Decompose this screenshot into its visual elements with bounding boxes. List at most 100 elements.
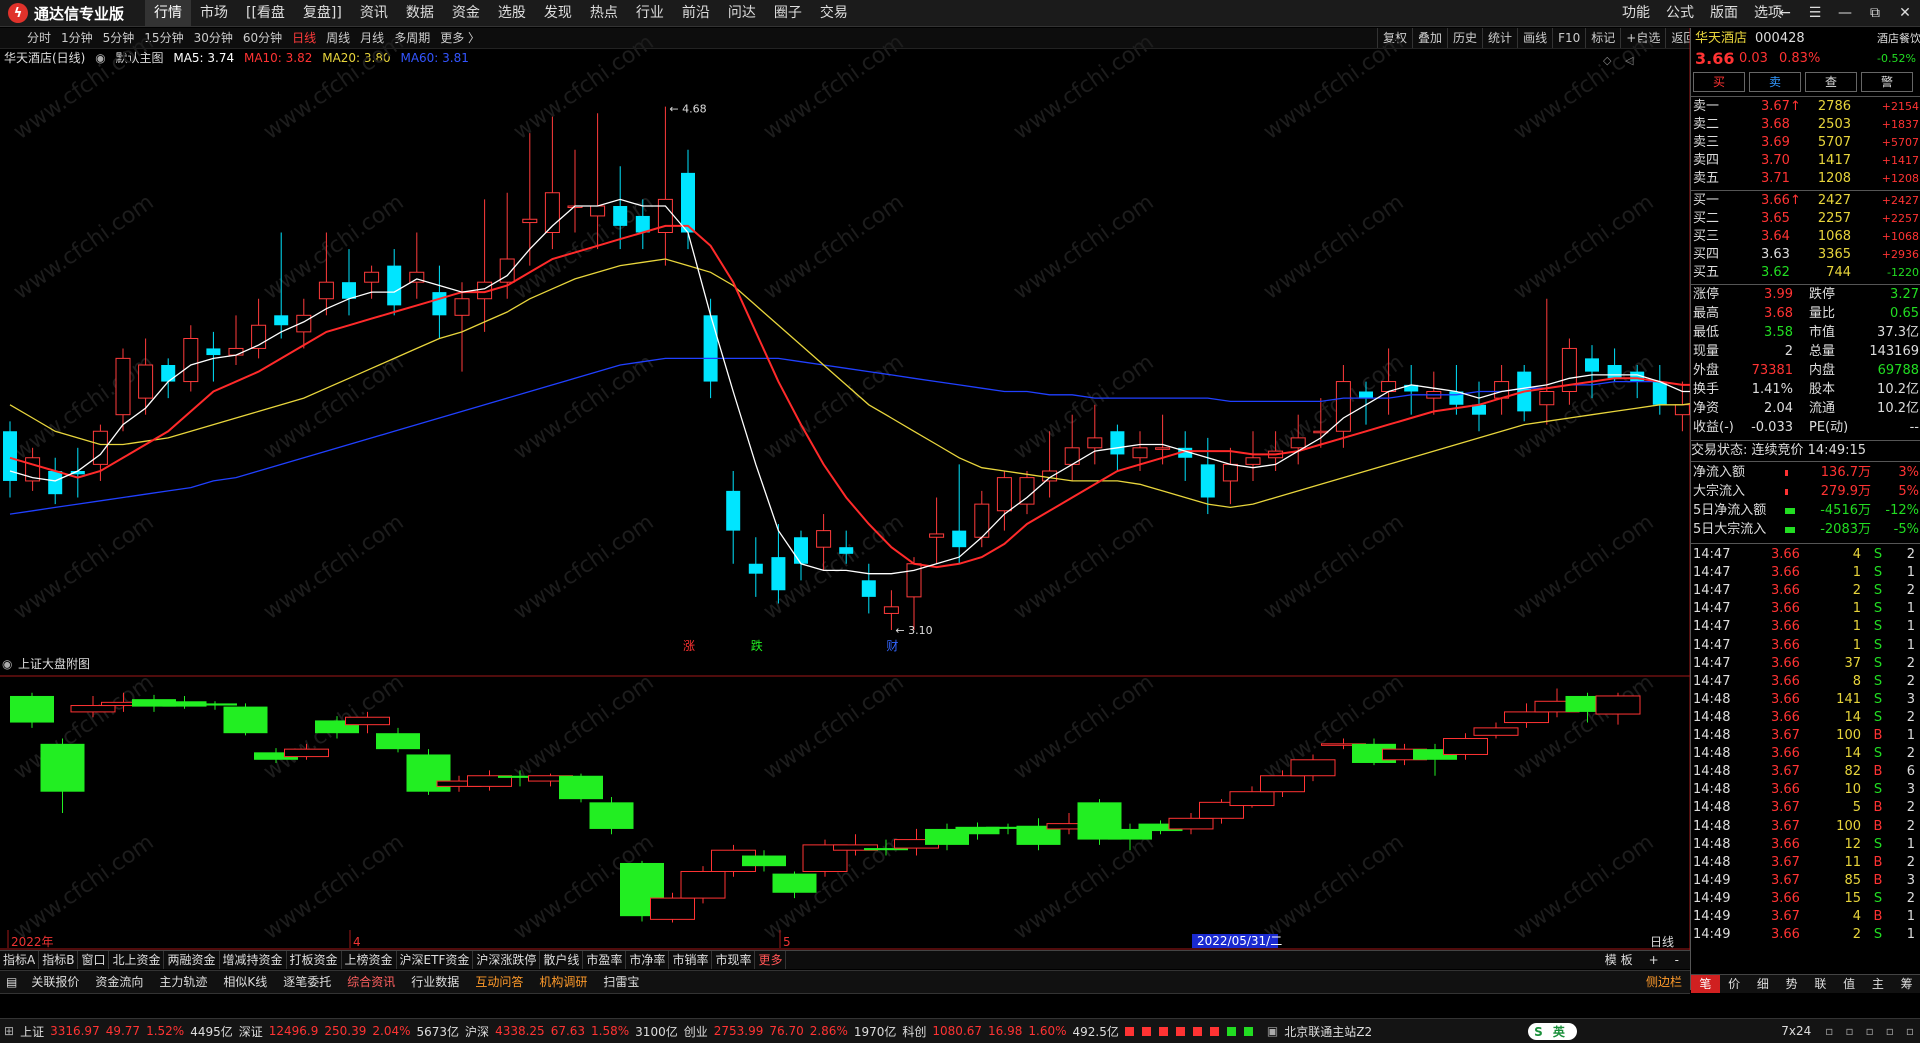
market-breadth-bars [1124,1026,1259,1036]
bell-icon[interactable]: ▫ [1825,1024,1833,1038]
info-tab-3[interactable]: 相似K线 [215,971,275,993]
indicator-tab-11[interactable]: 市盈率 [583,951,627,969]
tab-list-icon[interactable]: ▤ [0,971,23,993]
indicator-tab-4[interactable]: 两融资金 [164,951,220,969]
index-value: 2753.99 [713,1024,764,1038]
tick-side: S [1873,890,1883,906]
quote-tab-2[interactable]: 细 [1749,975,1778,993]
indicator-tab-5[interactable]: 增减持资金 [220,951,287,969]
ask-row: 卖三 3.69 5707 +5707 [1691,134,1920,152]
flow-label: 5日大宗流入 [1693,522,1767,537]
info-tab-4[interactable]: 逐笔委托 [275,971,339,993]
sidebar-toggle[interactable]: 侧边栏 [1638,971,1690,993]
info-tab-6[interactable]: 行业数据 [403,971,467,993]
index-amount: 1970亿 [853,1024,897,1039]
indicator-tab-14[interactable]: 市现率 [712,951,756,969]
stat-value: 3.58 [1764,325,1793,340]
right-menu-item-2[interactable]: 版面 [1702,0,1746,26]
quote-tab-5[interactable]: 值 [1835,975,1864,993]
chat-icon[interactable]: ▫ [1845,1024,1853,1038]
info-tab-1[interactable]: 资金流向 [87,971,151,993]
indicator-tab-10[interactable]: 散户线 [540,951,584,969]
trade-button-3[interactable]: 警 [1861,72,1913,92]
status-menu-icon[interactable]: ⊞ [4,1024,14,1038]
breadth-bar [1243,1026,1253,1036]
quote-tab-6[interactable]: 主 [1864,975,1893,993]
diamond-icon[interactable]: ◇ [1603,54,1612,67]
candle [522,133,538,266]
index-name[interactable]: 沪深 [465,1023,489,1040]
ime-badge[interactable]: S 英 [1528,1022,1577,1040]
tick-count: 2 [1906,854,1915,870]
tick-time: 14:48 [1693,746,1731,762]
triangle-icon[interactable]: ◁ [1625,54,1634,67]
indicator-tab-1[interactable]: 指标B [39,951,79,969]
info-tab-8[interactable]: 机构调研 [531,971,595,993]
info-tab-7[interactable]: 互动问答 [467,971,531,993]
trade-button-1[interactable]: 卖 [1749,72,1801,92]
indicator-tab-2[interactable]: 窗口 [78,951,110,969]
index-name[interactable]: 科创 [902,1023,926,1040]
indicator-tab-15[interactable]: 更多 [755,951,787,969]
event-marker[interactable]: 财 [886,639,898,653]
template-control-0[interactable]: 模 板 [1597,951,1641,969]
index-name[interactable]: 深证 [239,1023,263,1040]
tick-time: 14:47 [1693,619,1731,635]
quote-tab-0[interactable]: 笔 [1691,975,1720,993]
tick-volume: 37 [1844,655,1861,671]
info-tab-2[interactable]: 主力轨迹 [151,971,215,993]
quote-tab-4[interactable]: 联 [1806,975,1835,993]
candle [10,692,54,728]
x-tick-label: 4 [353,935,361,949]
tick-count: 1 [1906,565,1915,581]
index-change: 16.98 [988,1024,1023,1038]
chart-area[interactable]: www.cfchi.com www.cfchi.com www.cfchi.com w… [0,0,1690,950]
minimize-icon[interactable]: — [1830,0,1860,26]
indicator-tab-9[interactable]: 沪深涨跌停 [473,951,541,969]
template-control-2[interactable]: - [1667,951,1687,969]
text-icon[interactable]: ▫ [1866,1024,1874,1038]
tick-volume: 14 [1844,709,1861,725]
event-marker[interactable]: 跌 [751,638,763,653]
index-change-pct: 1.58% [591,1024,630,1038]
info-tab-0[interactable]: 关联报价 [23,971,87,993]
ask-price: 3.67↑ [1761,99,1801,114]
trade-button-0[interactable]: 买 [1693,72,1745,92]
tick-price: 3.66 [1771,782,1800,798]
indicator-tab-12[interactable]: 市净率 [626,951,670,969]
grid-icon[interactable]: ▫ [1886,1024,1894,1038]
indicator-tab-3[interactable]: 北上资金 [109,951,165,969]
clock-label[interactable]: 7x24 [1781,1024,1811,1038]
tick-volume: 10 [1844,782,1861,798]
quote-tab-7[interactable]: 筹 [1892,975,1920,993]
index-name[interactable]: 创业 [684,1023,708,1040]
quote-tab-3[interactable]: 势 [1777,975,1806,993]
index-name[interactable]: 上证 [20,1023,44,1040]
restore-icon[interactable]: ⧉ [1860,0,1890,26]
index-amount: 3100亿 [635,1024,678,1039]
trade-button-2[interactable]: 查 [1805,72,1857,92]
server-label[interactable]: 北京联通主站Z2 [1284,1023,1372,1040]
info-tab-5[interactable]: 综合资讯 [339,971,403,993]
back-icon[interactable]: ← [1770,0,1800,26]
tick-time: 14:48 [1693,836,1731,852]
indicator-tab-0[interactable]: 指标A [0,951,40,969]
close-icon[interactable]: ✕ [1890,0,1920,26]
indicator-tab-7[interactable]: 上榜资金 [342,951,397,969]
event-marker[interactable]: 涨 [683,638,695,653]
indicator-tab-8[interactable]: 沪深ETF资金 [397,951,474,969]
bid-price: 3.66↑ [1761,193,1801,208]
tick-row: 14:48 3.67 11 B 2 [1691,854,1920,872]
candle [40,738,85,813]
indicator-tab-6[interactable]: 打板资金 [287,951,342,969]
template-control-1[interactable]: + [1641,951,1667,969]
tag-icon[interactable]: ▫ [1906,1024,1914,1038]
quote-tab-1[interactable]: 价 [1720,975,1749,993]
index-change-pct: 1.60% [1028,1024,1067,1038]
info-tab-9[interactable]: 扫雷宝 [595,971,647,993]
sub-chart-toggle-icon[interactable]: ◉ [2,657,12,671]
menu-icon[interactable]: ☰ [1800,0,1830,26]
indicator-tab-13[interactable]: 市销率 [669,951,713,969]
date-cursor-label: 2022/05/31/二 [1197,934,1282,948]
ask-volume: 1208 [1817,171,1851,186]
